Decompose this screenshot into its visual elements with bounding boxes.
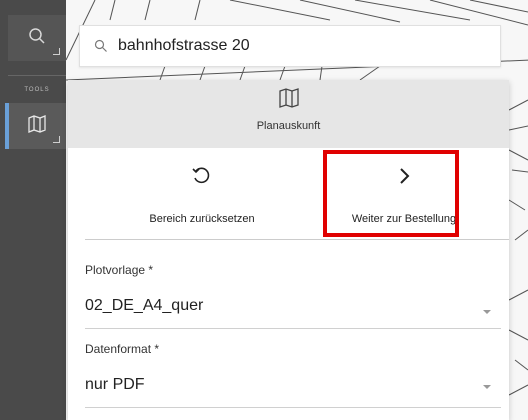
panel-title: Planauskunft: [256, 120, 321, 132]
dropdown-arrow-icon: [483, 310, 491, 314]
data-format-label: Datenformat *: [85, 342, 160, 356]
toolbar-divider: [8, 75, 66, 76]
plot-template-value: 02_DE_A4_quer: [85, 297, 204, 314]
chevron-right-icon: [324, 165, 484, 187]
panel-header: Planauskunft: [68, 80, 509, 148]
search-icon: [28, 27, 46, 50]
active-tool-indicator: [5, 103, 9, 149]
continue-to-order-label: Weiter zur Bestellung: [351, 213, 457, 225]
map-tool-button[interactable]: [5, 103, 66, 149]
data-format-select[interactable]: Datenformat * nur PDF: [85, 342, 509, 414]
search-tool-button[interactable]: [8, 15, 66, 61]
plot-template-select[interactable]: Plotvorlage * 02_DE_A4_quer: [85, 263, 509, 335]
data-format-value: nur PDF: [85, 376, 145, 393]
actions-divider: [85, 239, 509, 240]
search-bar: [79, 25, 501, 67]
reset-area-label: Bereich zurücksetzen: [149, 213, 255, 225]
map-icon: [28, 114, 46, 138]
data-format-underline: [85, 407, 501, 408]
continue-to-order-button[interactable]: Weiter zur Bestellung: [324, 163, 484, 231]
plot-template-underline: [85, 328, 501, 329]
map-icon: [279, 88, 299, 113]
reset-area-button[interactable]: Bereich zurücksetzen: [122, 163, 282, 231]
planauskunft-panel: Planauskunft Bereich zurücksetzen Weiter…: [68, 80, 509, 420]
tools-section-label: TOOLS: [24, 87, 50, 93]
plot-template-label: Plotvorlage *: [85, 263, 154, 277]
search-input[interactable]: [116, 36, 480, 56]
dropdown-arrow-icon: [483, 385, 491, 389]
search-icon: [94, 39, 108, 53]
left-toolbar: TOOLS: [0, 0, 66, 420]
undo-icon: [122, 165, 282, 187]
